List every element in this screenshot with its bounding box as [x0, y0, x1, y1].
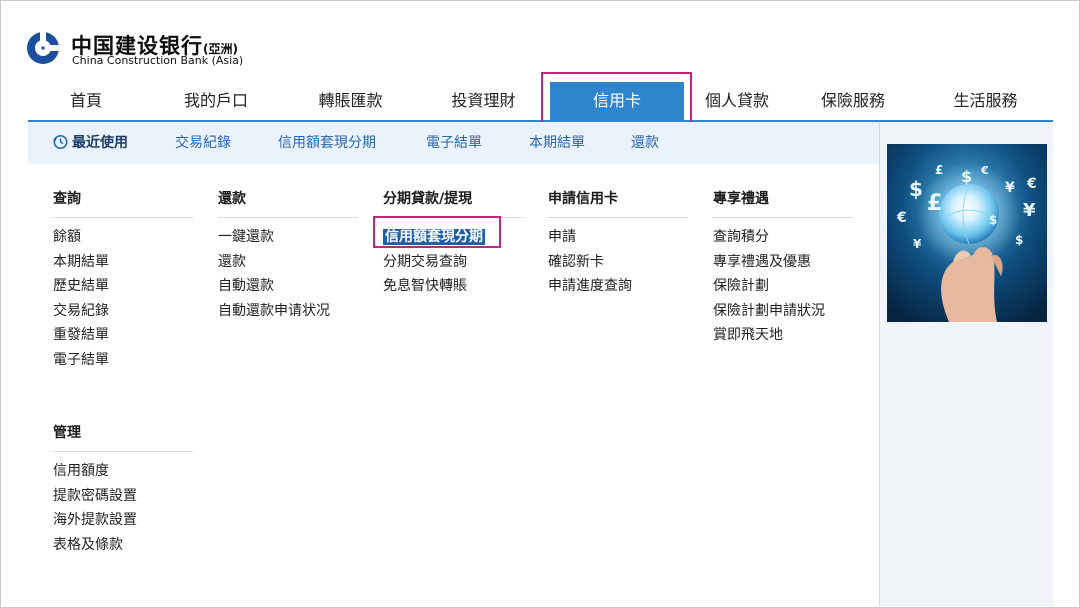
svg-text:$: $: [961, 167, 972, 186]
recent-credit-cash-installment[interactable]: 信用額套現分期: [278, 122, 376, 164]
recent-e-statement[interactable]: 電子結單: [426, 122, 482, 164]
menu-col-installment: 分期貸款/提現 信用額套現分期 分期交易查詢 免息智快轉賬: [383, 188, 523, 299]
menu-heading-repay: 還款: [218, 188, 358, 218]
nav-my-account[interactable]: 我的戶口: [148, 82, 284, 120]
recent-current-statement[interactable]: 本期結單: [529, 122, 585, 164]
svg-text:€: €: [980, 164, 989, 177]
menu-col-perks: 專享禮遇 查詢積分 專享禮遇及優惠 保險計劃 保險計劃申請狀況 賞即飛天地: [713, 188, 853, 348]
menu-item-query-points[interactable]: 查詢積分: [713, 225, 853, 250]
recent-repayment[interactable]: 還款: [631, 122, 659, 164]
promo-currency-image: $ € ¥ £ $ € ¥ $ £ € ¥ $: [887, 144, 1047, 322]
ccb-logo-icon: [27, 31, 61, 64]
svg-text:¥: ¥: [1005, 180, 1015, 196]
svg-text:£: £: [935, 163, 943, 177]
menu-col-repay: 還款 一鍵還款 還款 自動還款 自動還款申请状况: [218, 188, 358, 323]
menu-item-rewards-world[interactable]: 賞即飛天地: [713, 323, 853, 348]
svg-text:¥: ¥: [913, 237, 922, 251]
menu-item-credit-limit[interactable]: 信用額度: [53, 459, 193, 484]
menu-heading-installment: 分期貸款/提現: [383, 188, 523, 218]
menu-item-application-status[interactable]: 申請進度查詢: [548, 274, 688, 299]
nav-life-services[interactable]: 生活服務: [918, 82, 1053, 120]
menu-item-resend-statement[interactable]: 重發結單: [53, 323, 193, 348]
nav-personal-loan[interactable]: 個人貸款: [685, 82, 789, 120]
menu-item-transactions[interactable]: 交易紀錄: [53, 299, 193, 324]
credit-card-menu: 查詢 餘額 本期結單 歷史結單 交易紀錄 重發結單 電子結單 還款 一鍵還款 還…: [28, 164, 880, 606]
menu-item-balance[interactable]: 餘額: [53, 225, 193, 250]
promo-banner[interactable]: $ € ¥ £ $ € ¥ $ £ € ¥ $: [887, 144, 1047, 322]
menu-heading-manage: 管理: [53, 422, 193, 452]
nav-credit-card[interactable]: 信用卡: [550, 82, 684, 120]
svg-text:€: €: [1026, 176, 1037, 192]
svg-text:$: $: [909, 177, 923, 201]
svg-text:$: $: [989, 213, 997, 227]
menu-heading-apply: 申請信用卡: [548, 188, 688, 218]
nav-insurance[interactable]: 保險服務: [788, 82, 918, 120]
menu-col-apply: 申請信用卡 申請 確認新卡 申請進度查詢: [548, 188, 688, 299]
menu-item-withdrawal-pin[interactable]: 提款密碼設置: [53, 484, 193, 509]
main-nav: 首頁 我的戶口 轉賬匯款 投資理財 信用卡 個人貸款 保險服務 生活服務: [28, 82, 1053, 122]
nav-transfer[interactable]: 轉賬匯款: [283, 82, 418, 120]
menu-item-current-statement[interactable]: 本期結單: [53, 250, 193, 275]
recent-used-label: 最近使用: [52, 122, 128, 164]
menu-item-installment-query[interactable]: 分期交易查詢: [383, 250, 523, 275]
menu-item-e-statement[interactable]: 電子結單: [53, 348, 193, 373]
svg-text:$: $: [1015, 233, 1023, 247]
menu-item-activate-card[interactable]: 確認新卡: [548, 250, 688, 275]
recent-bar: 最近使用 交易紀錄 信用額套現分期 電子結單 本期結單 還款: [28, 122, 880, 164]
nav-investment[interactable]: 投資理財: [416, 82, 551, 120]
menu-item-apply[interactable]: 申請: [548, 225, 688, 250]
menu-item-auto-repay[interactable]: 自動還款: [218, 274, 358, 299]
menu-item-insurance-plan[interactable]: 保險計劃: [713, 274, 853, 299]
menu-heading-query: 查詢: [53, 188, 193, 218]
menu-item-insurance-plan-status[interactable]: 保險計劃申請狀況: [713, 299, 853, 324]
menu-col-query: 查詢 餘額 本期結單 歷史結單 交易紀錄 重發結單 電子結單: [53, 188, 193, 372]
recent-transactions[interactable]: 交易紀錄: [175, 122, 231, 164]
history-clock-icon: [53, 134, 68, 149]
svg-text:¥: ¥: [1023, 200, 1036, 221]
menu-item-auto-repay-status[interactable]: 自動還款申请状况: [218, 299, 358, 324]
menu-item-exclusive-offers[interactable]: 專享禮遇及優惠: [713, 250, 853, 275]
menu-item-overseas-withdrawal[interactable]: 海外提款設置: [53, 508, 193, 533]
menu-item-repay[interactable]: 還款: [218, 250, 358, 275]
menu-item-one-click-repay[interactable]: 一鍵還款: [218, 225, 358, 250]
bank-name-en: China Construction Bank (Asia): [72, 54, 244, 67]
menu-item-history-statement[interactable]: 歷史結單: [53, 274, 193, 299]
svg-text:£: £: [927, 191, 942, 216]
nav-home[interactable]: 首頁: [28, 82, 144, 120]
svg-text:€: €: [896, 210, 907, 226]
menu-item-forms-terms[interactable]: 表格及條款: [53, 533, 193, 558]
menu-item-interest-free-transfer[interactable]: 免息智快轉賬: [383, 274, 523, 299]
menu-item-credit-cash-installment[interactable]: 信用額套現分期: [383, 225, 523, 250]
menu-heading-perks: 專享禮遇: [713, 188, 853, 218]
menu-col-manage: 管理 信用額度 提款密碼設置 海外提款設置 表格及條款: [53, 422, 193, 557]
